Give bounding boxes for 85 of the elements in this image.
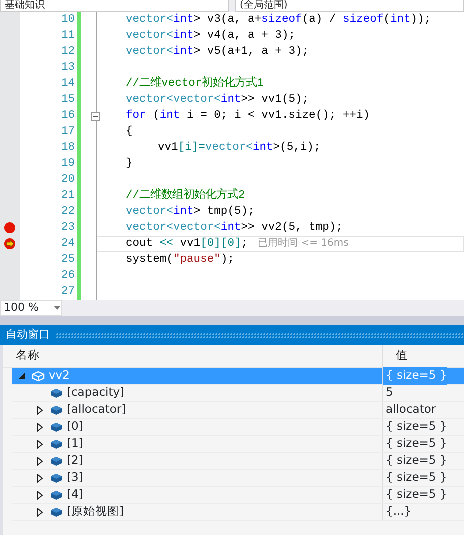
collapsed-arrow-icon[interactable] [36, 508, 44, 516]
variable-name: [capacity] [67, 384, 125, 402]
variable-value: {...} [385, 503, 412, 520]
object-icon [50, 420, 63, 434]
variable-value: { size=5 } [385, 452, 448, 470]
line-number: 15 [60, 93, 75, 108]
line-number: 13 [60, 61, 75, 76]
variable-name: [原始视图] [67, 503, 124, 520]
line-number: 14 [60, 77, 75, 92]
tree-row[interactable]: [2] { size=5 } [12, 453, 464, 470]
tree-row[interactable]: [3] { size=5 } [12, 470, 464, 487]
code-line: //二维数组初始化方式2 [126, 188, 246, 204]
object-icon [50, 404, 63, 416]
collapsed-arrow-icon[interactable] [36, 456, 44, 466]
line-number: 16 [60, 109, 75, 124]
variable-name: [1] [67, 435, 84, 452]
collapsed-arrow-icon[interactable] [36, 406, 44, 414]
column-header: 值 [395, 347, 408, 364]
line-number: 24 [60, 237, 75, 252]
variable-name: [4] [67, 486, 84, 504]
project-dropdown[interactable]: 基础知识 [0, 0, 229, 12]
variable-name: vv2 [49, 367, 70, 384]
code-line: vv1[i]=vector<int>(5,i); [158, 140, 321, 156]
variable-name: [0] [67, 418, 84, 436]
code-line: //二维vector初始化方式1 [126, 76, 264, 92]
code-line: for (int i = 0; i < vv1.size(); ++i) [126, 108, 370, 124]
line-number: 25 [60, 253, 75, 268]
line-number: 18 [60, 141, 75, 156]
code-line: cout << vv1[0][0]; [126, 236, 248, 252]
collapse-icon[interactable] [91, 112, 100, 120]
code-line: vector<int> v5(a+1, a + 3); [126, 44, 310, 60]
tree-row[interactable]: [capacity] 5 [12, 385, 464, 402]
variable-name: [3] [67, 469, 84, 486]
tree-row[interactable]: [1] { size=5 } [12, 436, 464, 453]
variable-value: { size=5 } [383, 367, 448, 385]
caret-icon [54, 306, 61, 310]
object-icon [50, 472, 63, 484]
column-header: 名称 [3, 345, 383, 367]
collapsed-arrow-icon[interactable] [36, 474, 44, 482]
collapsed-arrow-icon[interactable] [36, 440, 44, 448]
grip-handle[interactable] [56, 332, 464, 338]
code-line: vector<int> tmp(5); [126, 204, 255, 220]
line-number: 19 [60, 157, 75, 172]
code-line: vector<int> v3(a, a+sizeof(a) / sizeof(int)); [126, 12, 432, 28]
variable-name: [2] [67, 452, 84, 470]
code-line: system("pause"); [126, 252, 234, 268]
line-number: 11 [60, 29, 75, 44]
expanded-arrow-icon[interactable] [18, 372, 26, 380]
variable-name: [allocator] [67, 401, 126, 418]
scope-dropdown[interactable]: (全局范围) [235, 0, 464, 12]
object-icon [32, 370, 45, 382]
panel-title: 自动窗口 [6, 326, 50, 343]
variable-value: { size=5 } [385, 418, 448, 436]
zoom-dropdown[interactable]: 100 % [0, 300, 62, 316]
variable-value: { size=5 } [385, 486, 448, 504]
variable-value: 5 [385, 384, 394, 402]
object-icon [50, 506, 63, 518]
object-icon [50, 438, 63, 450]
line-number: 12 [60, 45, 75, 60]
line-number: 22 [60, 205, 75, 220]
line-number: 26 [60, 269, 75, 284]
variable-value: { size=5 } [385, 469, 448, 486]
collapsed-arrow-icon[interactable] [36, 490, 44, 500]
line-number: 20 [60, 173, 75, 188]
code-line: { [126, 124, 133, 140]
object-icon [50, 386, 63, 400]
tree-row[interactable]: [allocator] allocator [12, 402, 464, 419]
code-line: vector<int> v4(a, a + 3); [126, 28, 296, 44]
line-number: 17 [60, 125, 75, 140]
line-number: 27 [60, 285, 75, 300]
tree-row[interactable]: [0] { size=5 } [12, 419, 464, 436]
collapsed-arrow-icon[interactable] [36, 422, 44, 432]
tree-row[interactable]: [原始视图] {...} [12, 504, 464, 521]
variable-value: { size=5 } [385, 435, 448, 452]
code-line: vector<vector<int>> vv2(5, tmp); [126, 220, 343, 236]
line-number: 21 [60, 189, 75, 204]
code-line: } [126, 156, 133, 172]
elapsed-time-hint: 已用时间 <= 16ms [258, 236, 349, 251]
variable-value: allocator [385, 401, 436, 418]
object-icon [50, 454, 63, 468]
line-number: 23 [60, 221, 75, 236]
line-number: 10 [60, 13, 75, 28]
code-line: vector<vector<int>> vv1(5); [126, 92, 310, 108]
tree-row[interactable]: [4] { size=5 } [12, 487, 464, 504]
object-icon [50, 488, 63, 502]
